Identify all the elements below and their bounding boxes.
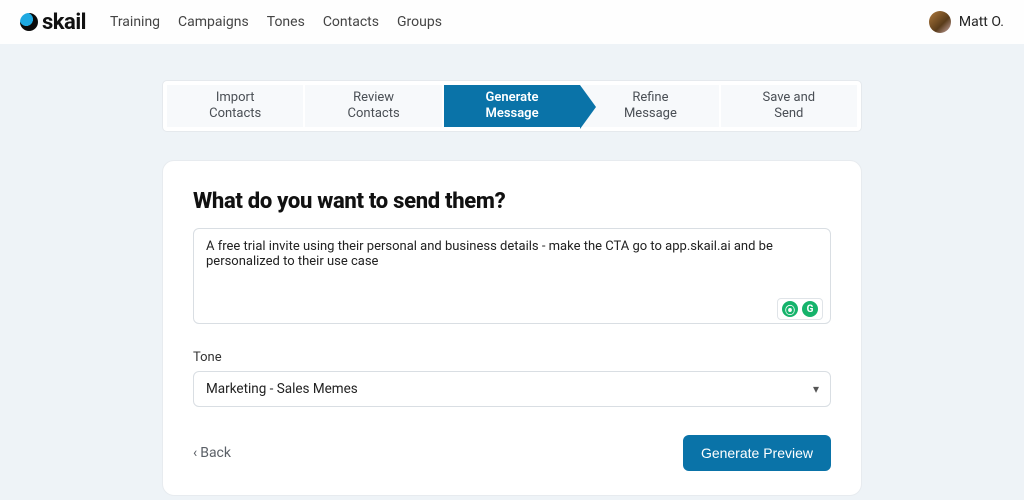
chevron-left-icon: ‹ [193, 445, 197, 461]
nav-link-groups[interactable]: Groups [397, 14, 442, 30]
back-button[interactable]: ‹ Back [193, 445, 231, 461]
step-label: Import Contacts [209, 90, 261, 121]
step-label: Refine Message [624, 90, 677, 121]
brand-name: skail [42, 10, 86, 35]
step-label: Review Contacts [348, 90, 400, 121]
top-bar: skail Training Campaigns Tones Contacts … [0, 0, 1024, 44]
step-generate-message[interactable]: Generate Message [444, 85, 580, 127]
user-menu[interactable]: Matt O. [929, 11, 1004, 33]
generate-message-card: What do you want to send them? ⦿ G Tone … [162, 160, 862, 496]
message-input-wrap: ⦿ G [193, 228, 831, 328]
avatar [929, 11, 951, 33]
brand-logo-mark [20, 13, 38, 31]
card-footer: ‹ Back Generate Preview [193, 435, 831, 471]
generate-preview-button[interactable]: Generate Preview [683, 435, 831, 471]
step-save-and-send[interactable]: Save and Send [721, 85, 857, 127]
nav-link-training[interactable]: Training [110, 14, 160, 30]
tone-select[interactable]: Marketing - Sales Memes [193, 371, 831, 407]
main-nav: Training Campaigns Tones Contacts Groups [110, 14, 442, 30]
location-pin-icon[interactable]: ⦿ [782, 301, 798, 317]
step-label: Save and Send [763, 90, 816, 121]
nav-link-contacts[interactable]: Contacts [323, 14, 379, 30]
step-label: Generate Message [485, 90, 538, 121]
message-input[interactable] [193, 228, 831, 324]
tone-label: Tone [193, 350, 831, 365]
nav-link-campaigns[interactable]: Campaigns [178, 14, 249, 30]
card-heading: What do you want to send them? [193, 189, 831, 214]
user-display-name: Matt O. [959, 14, 1004, 30]
tone-select-wrap: Marketing - Sales Memes ▾ [193, 371, 831, 407]
step-review-contacts[interactable]: Review Contacts [305, 85, 441, 127]
brand-logo[interactable]: skail [20, 10, 86, 35]
nav-link-tones[interactable]: Tones [267, 14, 305, 30]
step-import-contacts[interactable]: Import Contacts [167, 85, 303, 127]
stepper: Import Contacts Review Contacts Generate… [162, 80, 862, 132]
grammarly-icon[interactable]: G [802, 301, 818, 317]
back-label: Back [200, 445, 231, 461]
extension-badges: ⦿ G [777, 298, 823, 320]
step-refine-message[interactable]: Refine Message [582, 85, 718, 127]
